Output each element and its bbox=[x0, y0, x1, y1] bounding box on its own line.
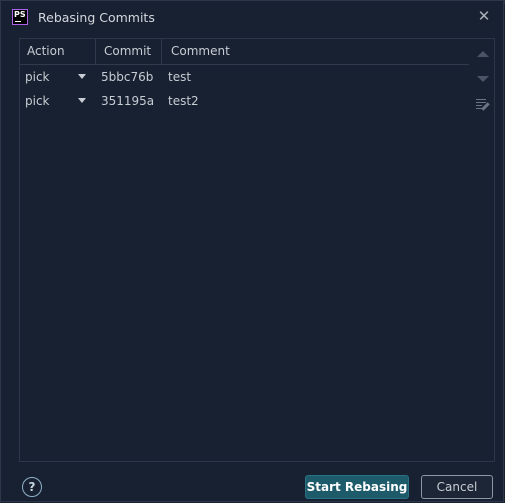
commits-panel: Action Commit Comment pick 5bbc76b test … bbox=[19, 38, 495, 462]
commit-hash: 351195a bbox=[101, 94, 155, 108]
move-down-icon[interactable] bbox=[475, 71, 491, 87]
column-header-action[interactable]: Action bbox=[20, 39, 96, 64]
commit-comment[interactable]: test bbox=[168, 65, 191, 89]
move-up-icon[interactable] bbox=[475, 47, 491, 63]
commit-comment[interactable]: test2 bbox=[168, 89, 199, 113]
action-value: pick bbox=[25, 94, 50, 108]
rebase-dialog: PS Rebasing Commits ✕ Action Commit Comm… bbox=[0, 0, 504, 502]
close-icon[interactable]: ✕ bbox=[475, 7, 493, 25]
title-bar: PS Rebasing Commits ✕ bbox=[1, 1, 503, 35]
start-rebasing-button[interactable]: Start Rebasing bbox=[305, 475, 409, 499]
dialog-title: Rebasing Commits bbox=[38, 10, 155, 25]
action-dropdown[interactable]: pick bbox=[25, 65, 91, 89]
commits-table[interactable]: Action Commit Comment pick 5bbc76b test … bbox=[20, 39, 469, 461]
column-header-comment[interactable]: Comment bbox=[162, 39, 469, 64]
table-row[interactable]: pick 5bbc76b test bbox=[20, 65, 469, 89]
commit-hash: 5bbc76b bbox=[101, 70, 154, 84]
action-value: pick bbox=[25, 70, 50, 84]
table-header: Action Commit Comment bbox=[20, 39, 469, 65]
phpstorm-icon: PS bbox=[12, 9, 28, 25]
column-header-commit[interactable]: Commit bbox=[96, 39, 162, 64]
reword-icon[interactable] bbox=[475, 96, 491, 112]
side-toolbar bbox=[471, 39, 495, 461]
cancel-button[interactable]: Cancel bbox=[421, 475, 493, 499]
chevron-down-icon[interactable] bbox=[78, 98, 86, 103]
table-row[interactable]: pick 351195a test2 bbox=[20, 89, 469, 113]
dialog-footer: ? Start Rebasing Cancel bbox=[1, 469, 503, 503]
chevron-down-icon[interactable] bbox=[78, 74, 86, 79]
help-button[interactable]: ? bbox=[22, 477, 42, 497]
action-dropdown[interactable]: pick bbox=[25, 89, 91, 113]
